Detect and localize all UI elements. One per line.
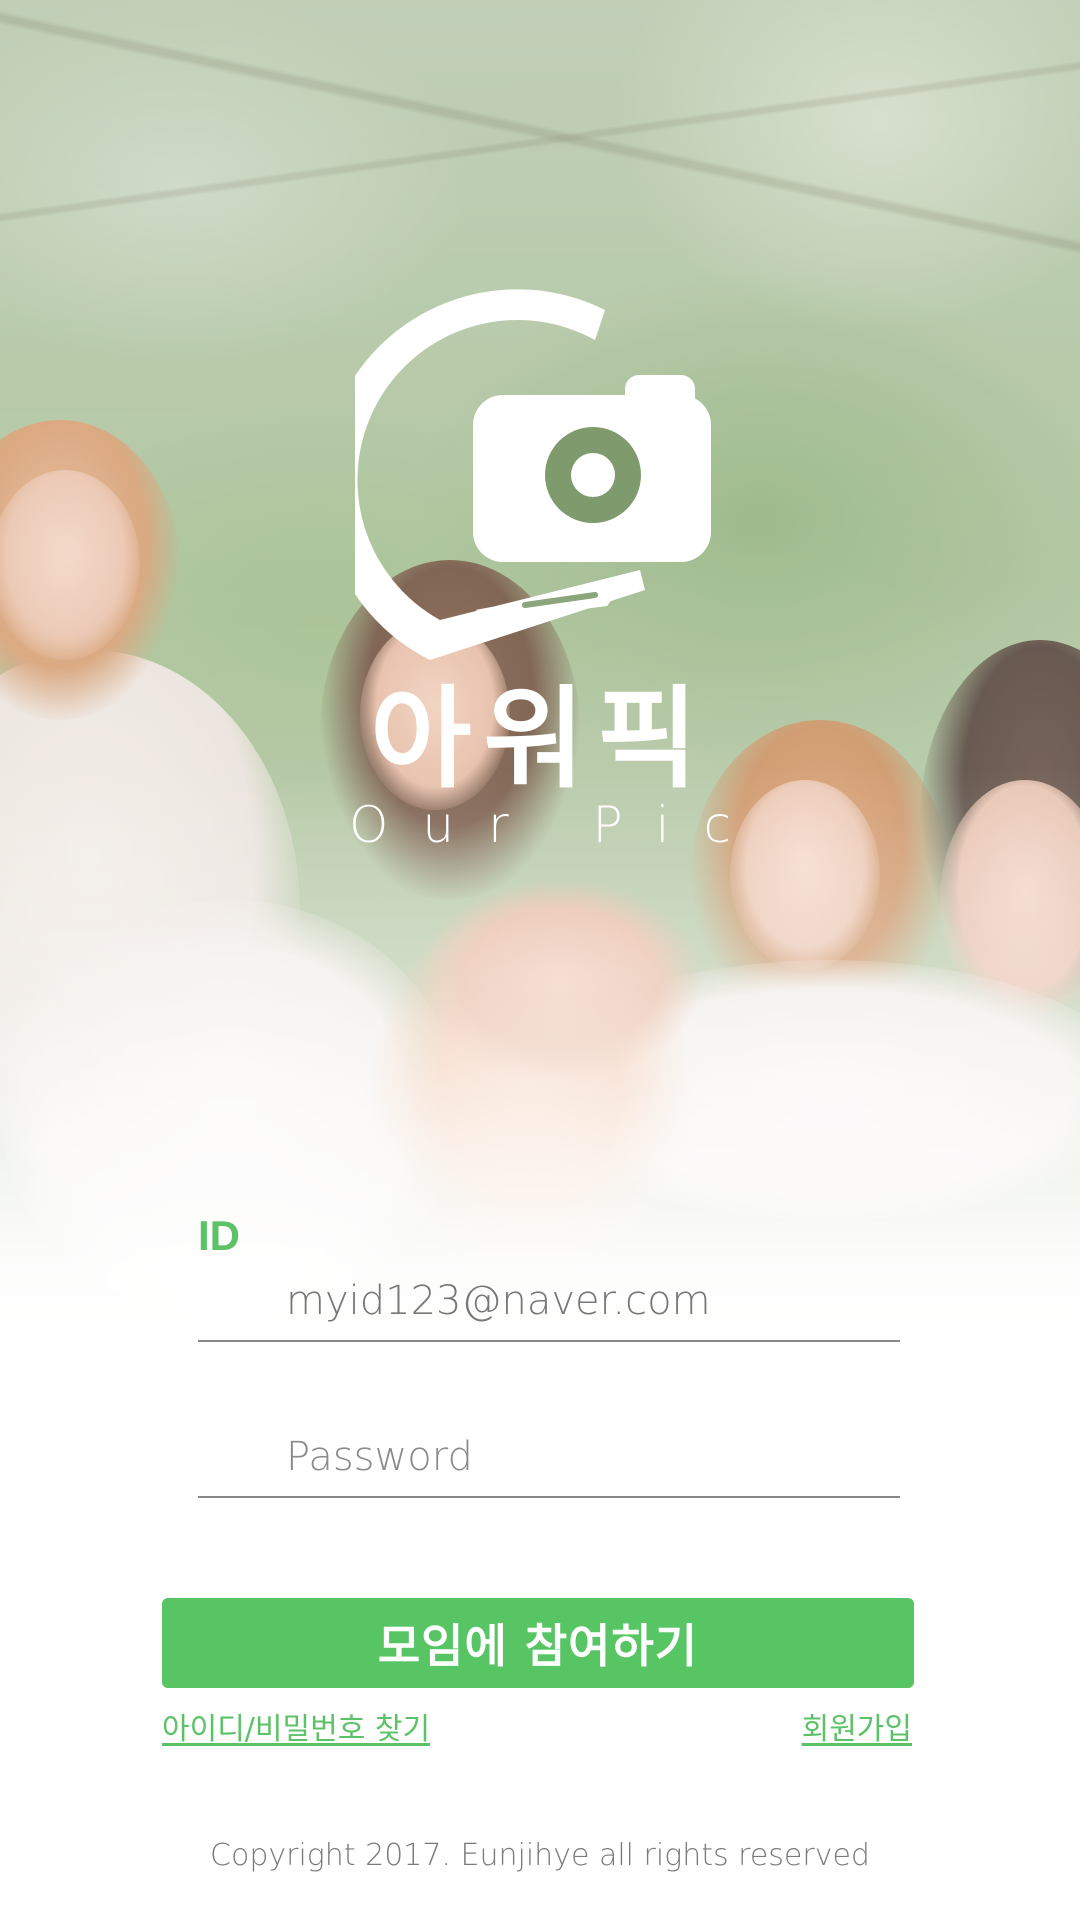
brand-name-korean: 아워픽 (370, 675, 710, 803)
copyright-text: Copyright 2017. Eunjihye all rights rese… (210, 1838, 870, 1873)
password-input[interactable] (286, 1424, 886, 1490)
id-label: ID (198, 1212, 240, 1259)
id-field (198, 1262, 900, 1342)
camera-hand-logo-icon (355, 289, 711, 660)
signup-link[interactable]: 회원가입 (802, 1704, 912, 1748)
join-group-button[interactable]: 모임에 참여하기 (162, 1598, 914, 1688)
brand-name-english: Our Pic (349, 796, 765, 854)
logo-camera-lens-inner (571, 453, 615, 497)
find-id-password-link[interactable]: 아이디/비밀번호 찾기 (162, 1704, 430, 1748)
password-field (198, 1418, 900, 1498)
id-input[interactable] (286, 1268, 886, 1334)
